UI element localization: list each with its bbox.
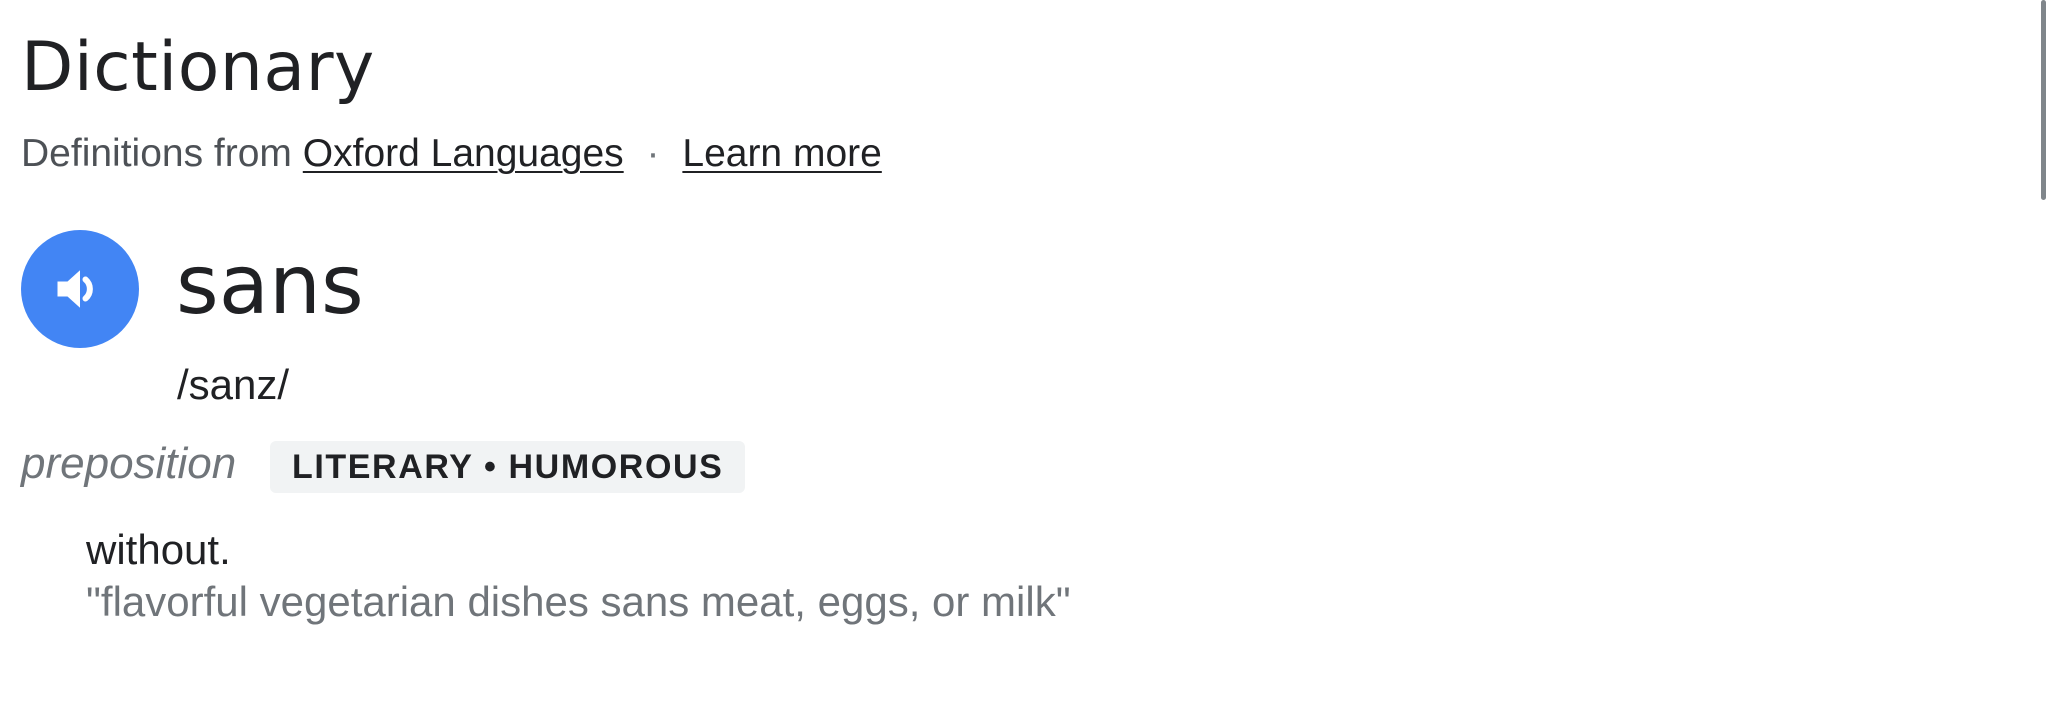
- oxford-languages-link[interactable]: Oxford Languages: [303, 132, 624, 175]
- speaker-icon: [57, 270, 93, 308]
- example-sentence: "flavorful vegetarian dishes sans meat, …: [86, 578, 1071, 625]
- scrollbar-thumb[interactable]: [2041, 0, 2046, 200]
- learn-more-link[interactable]: Learn more: [682, 132, 881, 175]
- panel-title: Dictionary: [21, 28, 375, 107]
- pronunciation-audio-button[interactable]: [21, 230, 139, 348]
- headword: sans: [176, 238, 364, 333]
- definition-text: without.: [86, 526, 231, 573]
- part-of-speech: preposition: [21, 439, 237, 488]
- usage-labels-chip: LITERARY • HUMOROUS: [270, 441, 746, 493]
- source-prefix: Definitions from: [21, 132, 292, 175]
- phonetic-spelling: /sanz/: [177, 361, 290, 408]
- separator-dot: ·: [646, 132, 660, 175]
- source-line: Definitions from Oxford Languages · Lear…: [21, 128, 882, 180]
- dictionary-panel: Dictionary Definitions from Oxford Langu…: [0, 0, 2048, 708]
- scrollbar[interactable]: [2036, 0, 2048, 708]
